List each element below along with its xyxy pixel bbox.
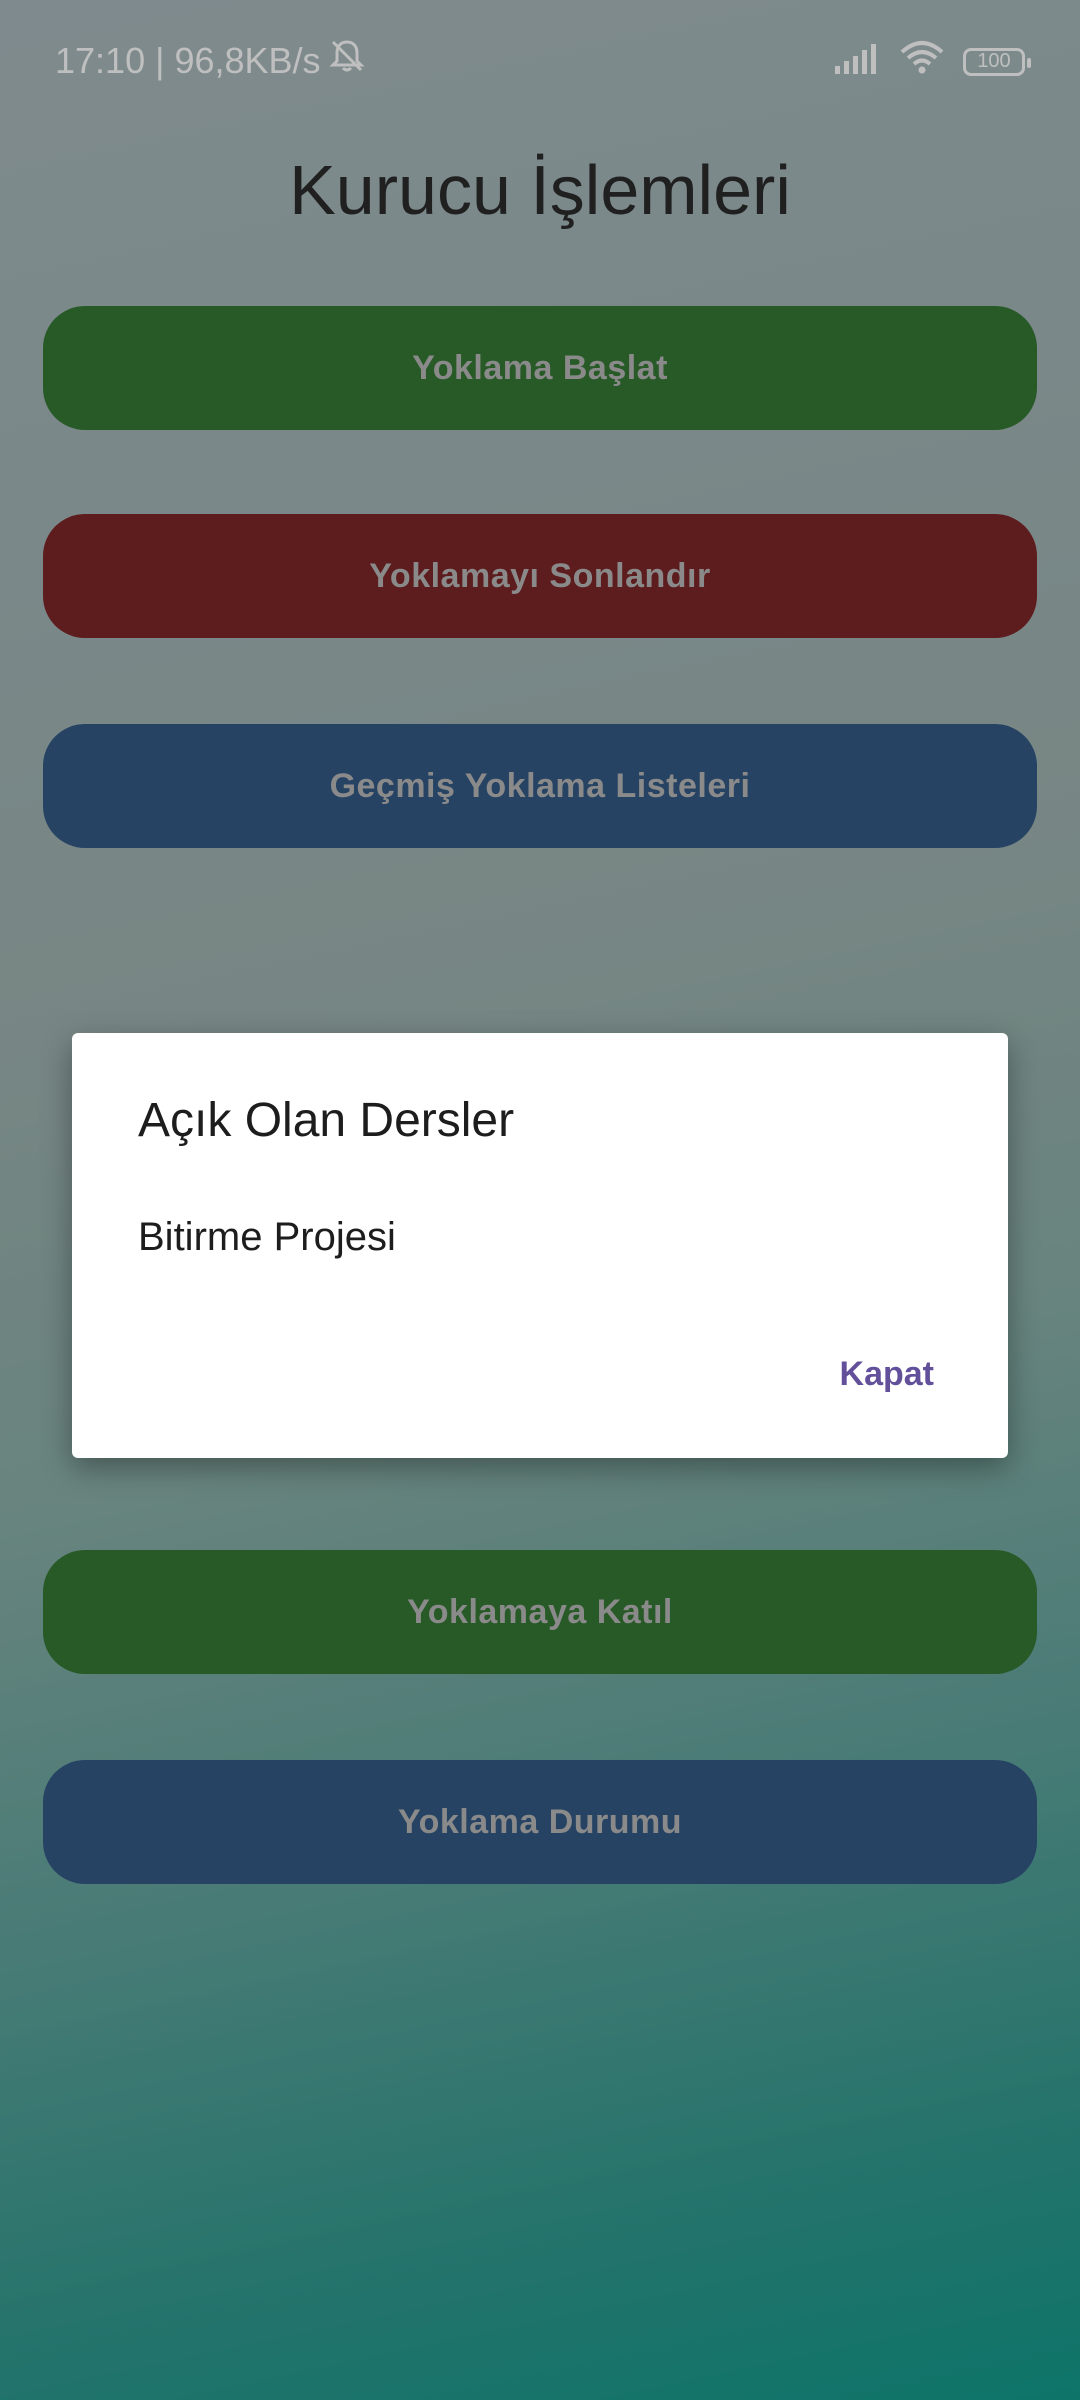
open-courses-dialog: Açık Olan Dersler Bitirme Projesi Kapat [72,1033,1008,1458]
close-button[interactable]: Kapat [840,1355,934,1394]
dialog-title: Açık Olan Dersler [138,1094,515,1147]
open-course-item: Bitirme Projesi [138,1215,396,1259]
